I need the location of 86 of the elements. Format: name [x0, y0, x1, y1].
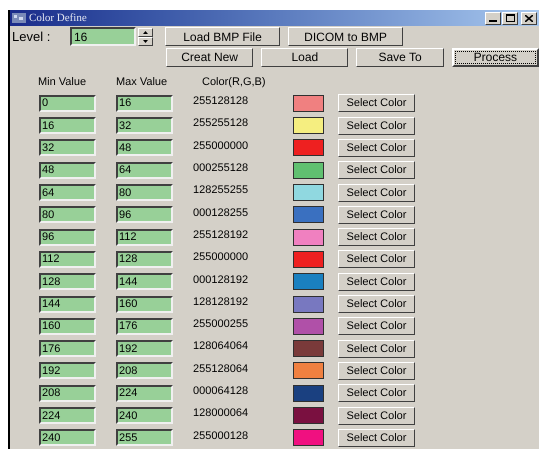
max-value-field[interactable]: 144	[116, 273, 173, 290]
select-color-button[interactable]: Select Color	[338, 295, 415, 314]
rgb-value: 000064128	[193, 384, 250, 399]
max-value-field[interactable]: 255	[116, 429, 173, 446]
rgb-value: 128128192	[193, 294, 250, 310]
rgb-value: 255000128	[193, 428, 250, 444]
rgb-value: 000128192	[193, 272, 250, 288]
max-value-field[interactable]: 240	[116, 407, 173, 424]
max-value-field[interactable]: 96	[116, 206, 173, 224]
min-value-field[interactable]: 208	[39, 384, 96, 402]
rgb-value: 255128064	[193, 362, 250, 377]
max-value-field[interactable]: 176	[116, 318, 173, 335]
up-arrow-icon	[143, 30, 148, 34]
select-color-button[interactable]: Select Color	[338, 116, 415, 135]
rgb-value: 128064064	[193, 339, 250, 354]
minimize-button[interactable]	[485, 12, 501, 24]
min-value-field[interactable]: 176	[39, 340, 96, 358]
max-value-field[interactable]: 48	[116, 139, 173, 156]
rgb-value: 128000064	[193, 406, 250, 422]
action-button[interactable]: Load	[261, 48, 348, 67]
window-title: Color Define	[29, 10, 87, 26]
max-value-field[interactable]: 32	[116, 117, 173, 134]
min-value-field[interactable]: 144	[39, 296, 96, 313]
rgb-value: 255000000	[193, 138, 250, 154]
select-color-button[interactable]: Select Color	[338, 362, 415, 380]
action-button[interactable]: Load BMP File	[165, 27, 280, 46]
max-value-field[interactable]: 208	[116, 362, 173, 380]
max-value-field[interactable]: 80	[116, 184, 173, 202]
level-field[interactable]: 16	[70, 27, 136, 46]
min-value-field[interactable]: 112	[39, 250, 96, 268]
select-color-button[interactable]: Select Color	[338, 228, 415, 246]
rgb-value: 255000255	[193, 317, 250, 332]
rgb-value: 255000000	[193, 250, 250, 266]
min-value-field[interactable]: 128	[39, 273, 96, 290]
min-value-field[interactable]: 64	[39, 184, 96, 202]
close-icon	[525, 14, 533, 22]
max-value-field[interactable]: 128	[116, 250, 173, 268]
action-button[interactable]: Save To	[356, 48, 444, 67]
min-value-field[interactable]: 192	[39, 362, 96, 380]
rgb-value: 000128255	[193, 206, 250, 221]
select-color-button[interactable]: Select Color	[338, 94, 415, 112]
min-value-field[interactable]: 240	[39, 429, 96, 446]
close-button[interactable]	[521, 12, 537, 24]
select-color-button[interactable]: Select Color	[338, 428, 415, 447]
max-value-field[interactable]: 160	[116, 296, 173, 313]
maximize-icon	[506, 14, 514, 22]
rgb-value: 255128192	[193, 228, 250, 243]
select-color-button[interactable]: Select Color	[338, 161, 415, 180]
min-value-field[interactable]: 224	[39, 407, 96, 424]
min-value-field[interactable]: 96	[39, 228, 96, 246]
min-value-field[interactable]: 160	[39, 318, 96, 335]
select-color-button[interactable]: Select Color	[338, 250, 415, 268]
min-value-field[interactable]: 0	[39, 94, 96, 112]
min-value-field[interactable]: 16	[39, 117, 96, 134]
max-value-field[interactable]: 192	[116, 340, 173, 358]
column-header: Min Value	[38, 75, 88, 90]
rgb-value: 255128128	[193, 94, 250, 110]
action-button[interactable]: Creat New	[166, 48, 254, 67]
select-color-button[interactable]: Select Color	[338, 184, 415, 202]
app-icon	[12, 13, 26, 23]
select-color-button[interactable]: Select Color	[338, 384, 415, 402]
select-color-button[interactable]: Select Color	[338, 340, 415, 358]
max-value-field[interactable]: 64	[116, 162, 173, 179]
maximize-button[interactable]	[502, 12, 518, 24]
rgb-value: 128255255	[193, 183, 250, 198]
select-color-button[interactable]: Select Color	[338, 138, 415, 157]
spin-up-button[interactable]	[138, 28, 153, 37]
minimize-icon	[489, 20, 497, 22]
select-color-button[interactable]: Select Color	[338, 272, 415, 291]
max-value-field[interactable]: 224	[116, 384, 173, 402]
min-value-field[interactable]: 48	[39, 162, 96, 179]
rgb-value: 255255128	[193, 116, 250, 132]
down-arrow-icon	[143, 40, 148, 43]
min-value-field[interactable]: 32	[39, 139, 96, 156]
select-color-button[interactable]: Select Color	[338, 206, 415, 224]
action-button[interactable]: DICOM to BMP	[288, 27, 403, 46]
column-header: Max Value	[116, 75, 168, 90]
action-button[interactable]: Process	[452, 48, 539, 67]
max-value-field[interactable]: 112	[116, 228, 173, 246]
level-label: Level :	[12, 28, 52, 46]
max-value-field[interactable]: 16	[116, 94, 173, 112]
select-color-button[interactable]: Select Color	[338, 317, 415, 336]
min-value-field[interactable]: 80	[39, 206, 96, 224]
select-color-button[interactable]: Select Color	[338, 406, 415, 425]
column-header: Color(R,G,B)	[202, 75, 266, 90]
rgb-value: 000255128	[193, 161, 250, 176]
